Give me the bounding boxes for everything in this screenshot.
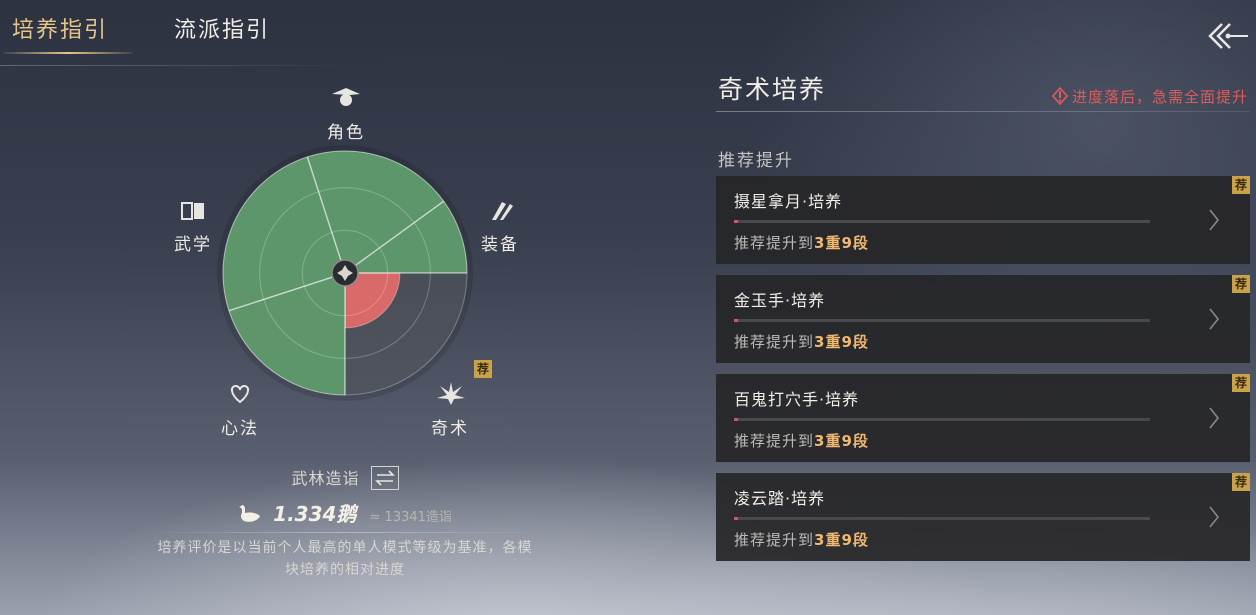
card-hint: 推荐提升到3重9段 [734, 430, 869, 451]
card-progress-fill [734, 418, 739, 421]
role-icon [330, 86, 362, 112]
axis-label-heart[interactable]: 心法 [218, 414, 262, 439]
tabs-divider [0, 65, 360, 66]
card-hint-target: 3重9段 [814, 531, 869, 549]
card-progress-track [734, 319, 1150, 322]
rating-approx: ≈ 13341造诣 [369, 509, 452, 525]
card-title: 金玉手·培养 [734, 291, 826, 310]
swap-icon [374, 469, 395, 486]
qishu-icon [436, 380, 466, 410]
card-recommend-badge: 荐 [1232, 176, 1250, 194]
card-hint-prefix: 推荐提升到 [734, 234, 815, 252]
card-progress-fill [734, 517, 739, 520]
cultivation-radar: 角色 装备 武学 心法 荐 奇术 [150, 80, 550, 440]
card-hint-prefix: 推荐提升到 [734, 531, 815, 549]
progress-warning-text: 进度落后，急需全面提升 [1071, 88, 1248, 106]
chevron-right-icon [1209, 506, 1220, 528]
chevron-right-icon [1209, 209, 1220, 231]
card-hint: 推荐提升到3重9段 [734, 331, 869, 352]
recommend-card[interactable]: 凌云踏·培养 推荐提升到3重9段 荐 [716, 473, 1250, 561]
axis-label-role[interactable]: 角色 [326, 118, 366, 143]
card-hint: 推荐提升到3重9段 [734, 529, 869, 550]
panel-title: 奇术培养 [718, 75, 827, 104]
recommend-card[interactable]: 金玉手·培养 推荐提升到3重9段 荐 [716, 275, 1250, 363]
active-tab-underline [4, 52, 132, 54]
recommend-card[interactable]: 摄星拿月·培养 推荐提升到3重9段 荐 [716, 176, 1250, 264]
card-hint-prefix: 推荐提升到 [734, 333, 815, 351]
axis-label-martial[interactable]: 武学 [172, 230, 214, 255]
panel-title-divider [716, 111, 1250, 112]
rating-title: 武林造诣 [291, 469, 360, 488]
tab-cultivation-guide[interactable]: 培养指引 [12, 12, 108, 44]
rating-divider [145, 531, 545, 533]
section-label: 推荐提升 [718, 151, 794, 171]
chevron-right-icon [1209, 308, 1220, 330]
card-hint-target: 3重9段 [814, 333, 869, 351]
equipment-icon [488, 198, 514, 226]
goose-icon [239, 504, 261, 522]
card-hint-prefix: 推荐提升到 [734, 432, 815, 450]
recommend-card[interactable]: 百鬼打穴手·培养 推荐提升到3重9段 荐 [716, 374, 1250, 462]
qishu-recommend-badge: 荐 [474, 360, 492, 378]
warning-icon [1051, 87, 1068, 105]
rating-block: 武林造诣 1.334鹅 ≈ 13341造诣 培养评价是以当前个人最高的单人模式等… [120, 465, 570, 581]
card-recommend-badge: 荐 [1232, 374, 1250, 392]
card-progress-track [734, 220, 1150, 223]
heart-method-icon [228, 382, 252, 408]
back-button[interactable] [1206, 18, 1250, 54]
double-chevron-left-icon [1208, 23, 1248, 49]
martial-book-icon [180, 200, 206, 226]
axis-label-equipment[interactable]: 装备 [480, 230, 520, 255]
card-title: 摄星拿月·培养 [734, 192, 843, 211]
tab-school-guide[interactable]: 流派指引 [174, 12, 270, 44]
axis-label-qishu[interactable]: 奇术 [428, 414, 472, 439]
top-tabs: 培养指引 流派指引 [0, 12, 360, 66]
chevron-right-icon [1209, 407, 1220, 429]
rating-description: 培养评价是以当前个人最高的单人模式等级为基准，各模块培养的相对进度 [157, 539, 533, 578]
rating-value: 1.334鹅 [273, 501, 357, 526]
card-hint-target: 3重9段 [814, 234, 869, 252]
card-progress-fill [734, 319, 739, 322]
card-recommend-badge: 荐 [1232, 473, 1250, 491]
card-progress-track [734, 418, 1150, 421]
card-hint: 推荐提升到3重9段 [734, 232, 869, 253]
card-title: 凌云踏·培养 [734, 489, 826, 508]
swap-toggle-button[interactable] [370, 465, 399, 490]
card-progress-fill [734, 220, 739, 223]
card-hint-target: 3重9段 [814, 432, 869, 450]
progress-warning: 进度落后，急需全面提升 [1051, 86, 1248, 107]
card-title: 百鬼打穴手·培养 [734, 390, 860, 409]
card-progress-track [734, 517, 1150, 520]
card-recommend-badge: 荐 [1232, 275, 1250, 293]
